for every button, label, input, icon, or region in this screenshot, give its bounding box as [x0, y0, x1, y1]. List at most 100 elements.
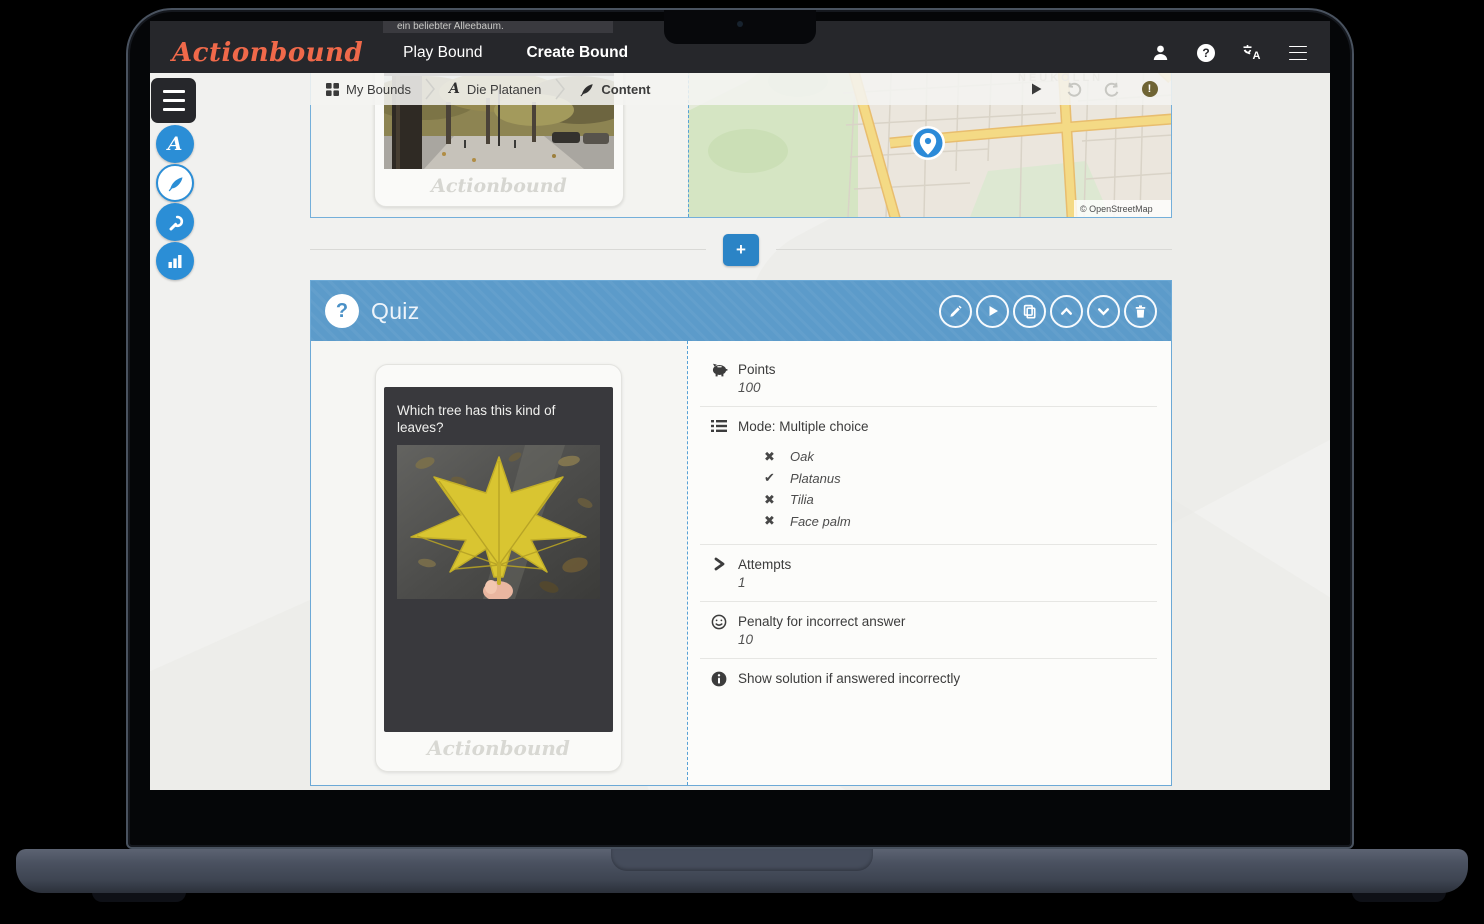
question-mark-icon: ? [1197, 44, 1215, 62]
bound-icon: A [449, 81, 460, 97]
copy-icon [1022, 304, 1037, 319]
chevron-right-icon [713, 557, 726, 571]
warning-info-button[interactable]: ! [1141, 81, 1158, 98]
laptop-base [16, 849, 1468, 893]
translate-icon: A [1242, 44, 1262, 61]
phone-screen: Which tree has this kind of leaves? [384, 387, 613, 732]
exclamation-icon: ! [1142, 81, 1158, 97]
quiz-question-text: Which tree has this kind of leaves? [384, 387, 613, 436]
hamburger-icon [163, 90, 185, 93]
actionbound-logo[interactable]: Actionbound [172, 38, 363, 68]
undo-icon [1066, 82, 1082, 97]
breadcrumb-separator [555, 78, 565, 100]
answer-text: Face palm [790, 514, 851, 529]
leaf-photo [397, 445, 600, 599]
piggy-bank-icon [711, 362, 728, 377]
quiz-title: Quiz [371, 298, 420, 325]
answer-text: Platanus [790, 471, 841, 486]
wrench-icon [167, 214, 184, 231]
solution-row: Show solution if answered incorrectly [700, 659, 1157, 697]
add-element-row: + [310, 234, 1172, 266]
answer-text: Oak [790, 449, 814, 464]
undo-button[interactable] [1065, 81, 1082, 98]
edit-button[interactable] [939, 295, 972, 328]
wrong-answer-icon: ✖ [764, 492, 790, 508]
language-button[interactable]: A [1242, 43, 1262, 63]
hamburger-icon [1289, 46, 1307, 47]
svg-text:A: A [1253, 50, 1261, 61]
sidebar-settings-button[interactable] [156, 203, 194, 241]
feather-icon [579, 82, 594, 97]
redo-icon [1104, 82, 1120, 97]
breadcrumb-content[interactable]: Content [579, 82, 650, 97]
sidebar-stats-button[interactable] [156, 242, 194, 280]
pencil-icon [948, 304, 963, 319]
app-screen: Actionbound [150, 21, 1330, 790]
phone-preview-quiz: Which tree has this kind of leaves? [375, 364, 622, 772]
preview-play-button[interactable] [1027, 81, 1044, 98]
test-play-button[interactable] [976, 295, 1009, 328]
sidebar-bound-button[interactable]: A [156, 125, 194, 163]
camera-notch [664, 10, 816, 44]
chevron-down-icon [1096, 304, 1111, 319]
smiley-icon [711, 614, 727, 630]
laptop-mockup: Actionbound [0, 0, 1484, 924]
menu-button[interactable] [1288, 43, 1308, 63]
help-button[interactable]: ? [1196, 43, 1216, 63]
quiz-settings-panel: Points 100 [688, 341, 1171, 785]
redo-button[interactable] [1103, 81, 1120, 98]
bound-a-icon: A [168, 133, 183, 155]
actionbound-watermark: Actionbound [375, 175, 623, 197]
divider-line [310, 249, 706, 250]
wrong-answer-icon: ✖ [764, 513, 790, 529]
play-icon [1029, 82, 1043, 96]
laptop-lid-notch [611, 849, 873, 871]
nav-create-bound[interactable]: Create Bound [526, 44, 628, 62]
penalty-value: 10 [738, 632, 1157, 648]
scrolled-content-fragment: ein beliebter Alleebaum. [383, 21, 613, 33]
sidebar-menu-button[interactable] [151, 78, 196, 123]
sidebar-content-button[interactable] [156, 164, 194, 202]
list-icon [711, 419, 727, 433]
mode-label: Mode: Multiple choice [738, 418, 1157, 435]
points-value: 100 [738, 380, 1157, 396]
chevron-up-icon [1059, 304, 1074, 319]
answer-options: ✖ Oak ✔ Platanus ✖ [764, 446, 1157, 532]
attempts-label: Attempts [738, 556, 1157, 573]
nav-play-bound[interactable]: Play Bound [403, 44, 482, 62]
solution-label: Show solution if answered incorrectly [738, 670, 1157, 687]
delete-button[interactable] [1124, 295, 1157, 328]
feather-icon [167, 175, 184, 192]
answer-option: ✖ Tilia [764, 489, 1157, 511]
quiz-card-header: ? Quiz [311, 281, 1171, 341]
mode-row: Mode: Multiple choice ✖ Oak ✔ [700, 407, 1157, 545]
answer-option: ✖ Oak [764, 446, 1157, 468]
duplicate-button[interactable] [1013, 295, 1046, 328]
attempts-value: 1 [738, 575, 1157, 591]
svg-text:© OpenStreetMap: © OpenStreetMap [1080, 204, 1153, 214]
info-icon [711, 671, 727, 687]
breadcrumb-bound[interactable]: A Die Platanen [449, 81, 541, 97]
penalty-label: Penalty for incorrect answer [738, 613, 1157, 630]
grid-icon [326, 83, 339, 96]
divider-line [776, 249, 1172, 250]
move-down-button[interactable] [1087, 295, 1120, 328]
add-element-button[interactable]: + [723, 234, 759, 266]
map-pin-icon [911, 126, 945, 160]
points-row: Points 100 [700, 341, 1157, 407]
points-label: Points [738, 361, 1157, 378]
move-up-button[interactable] [1050, 295, 1083, 328]
wrong-answer-icon: ✖ [764, 449, 790, 465]
correct-answer-icon: ✔ [764, 470, 790, 486]
penalty-row: Penalty for incorrect answer 10 [700, 602, 1157, 659]
attempts-row: Attempts 1 [700, 545, 1157, 602]
answer-option: ✔ Platanus [764, 468, 1157, 490]
quiz-card: ? Quiz [310, 280, 1172, 786]
answer-option: ✖ Face palm [764, 511, 1157, 533]
quiz-preview-panel: Which tree has this kind of leaves? [311, 341, 688, 785]
account-button[interactable] [1150, 43, 1170, 63]
bar-chart-icon [167, 254, 183, 269]
play-icon [986, 304, 1000, 318]
breadcrumb: My Bounds A Die Platanen Content [310, 73, 1172, 105]
breadcrumb-my-bounds[interactable]: My Bounds [326, 82, 411, 97]
